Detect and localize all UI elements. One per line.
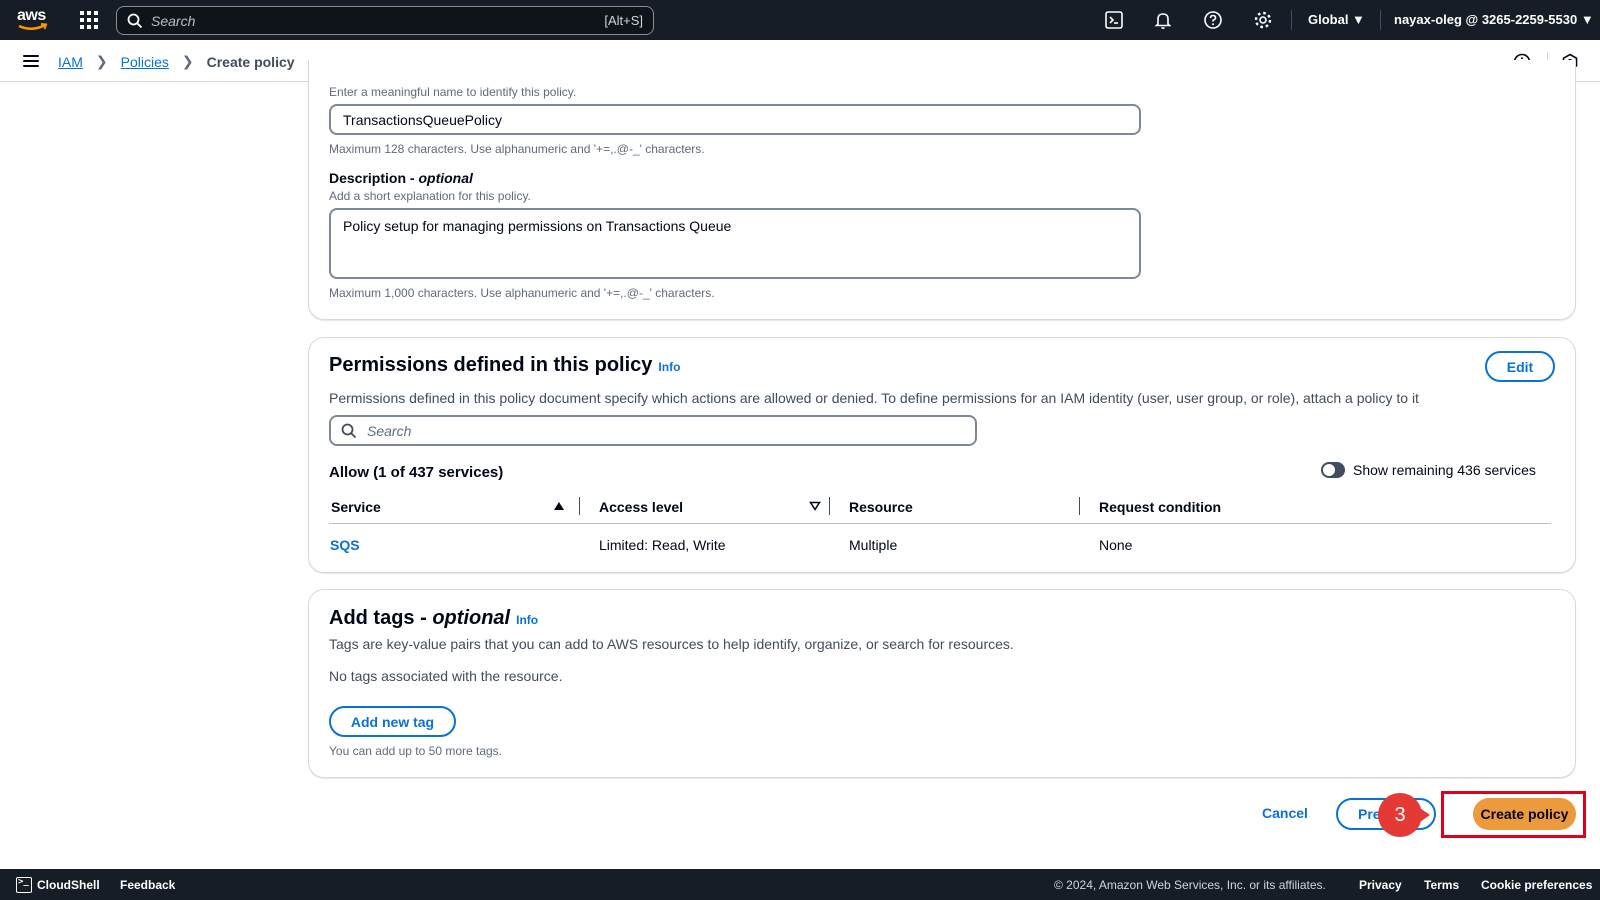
- nav-divider: [1291, 10, 1292, 30]
- search-icon: [341, 423, 357, 438]
- table-row: SQS Limited: Read, Write Multiple None: [329, 524, 1551, 566]
- column-divider[interactable]: [1079, 497, 1080, 515]
- column-divider[interactable]: [829, 497, 830, 515]
- permissions-search-input[interactable]: Search: [329, 415, 977, 446]
- annotation-step-badge: 3: [1378, 793, 1422, 837]
- privacy-link[interactable]: Privacy: [1359, 878, 1402, 892]
- breadcrumb-iam[interactable]: IAM: [58, 54, 83, 70]
- service-link-sqs[interactable]: SQS: [330, 537, 360, 553]
- breadcrumb: IAM ❯ Policies ❯ Create policy: [58, 53, 295, 70]
- table-header: Service Access level Resource Request co…: [329, 490, 1551, 524]
- cookie-preferences-link[interactable]: Cookie preferences: [1481, 878, 1592, 892]
- column-request-condition[interactable]: Request condition: [1099, 499, 1221, 515]
- aws-logo[interactable]: aws: [16, 7, 50, 33]
- toggle-switch[interactable]: [1321, 462, 1345, 478]
- permissions-panel: Permissions defined in this policy Info E…: [308, 337, 1576, 573]
- cloudshell-link[interactable]: CloudShell: [37, 878, 100, 892]
- settings-gear-icon[interactable]: [1253, 10, 1273, 30]
- edit-button[interactable]: Edit: [1485, 351, 1555, 382]
- policy-name-hint: Enter a meaningful name to identify this…: [329, 85, 577, 99]
- show-remaining-toggle[interactable]: Show remaining 436 services: [1321, 462, 1536, 478]
- column-resource[interactable]: Resource: [849, 499, 913, 515]
- copyright-text: © 2024, Amazon Web Services, Inc. or its…: [1054, 878, 1326, 892]
- description-label-text: Description: [329, 170, 407, 186]
- tags-info-link[interactable]: Info: [516, 613, 538, 627]
- description-optional: optional: [418, 170, 473, 186]
- sort-ascending-icon[interactable]: [553, 501, 565, 511]
- description-constraint: Maximum 1,000 characters. Use alphanumer…: [329, 286, 715, 300]
- search-shortcut: [Alt+S]: [604, 13, 643, 28]
- breadcrumb-policies[interactable]: Policies: [121, 54, 169, 70]
- feedback-link[interactable]: Feedback: [120, 878, 175, 892]
- tags-description: Tags are key-value pairs that you can ad…: [329, 636, 1014, 652]
- policy-details-panel: Enter a meaningful name to identify this…: [308, 60, 1576, 320]
- global-search-placeholder: Search: [151, 12, 196, 29]
- description-hint: Add a short explanation for this policy.: [329, 189, 531, 203]
- toggle-label: Show remaining 436 services: [1353, 462, 1536, 478]
- resource-cell: Multiple: [849, 537, 898, 553]
- nav-divider: [1380, 10, 1381, 30]
- policy-name-input[interactable]: TransactionsQueuePolicy: [329, 104, 1141, 135]
- condition-cell: None: [1099, 537, 1133, 553]
- terms-link[interactable]: Terms: [1424, 878, 1459, 892]
- permissions-info-link[interactable]: Info: [658, 360, 680, 374]
- column-service[interactable]: Service: [331, 499, 381, 515]
- tags-panel: Add tags - optional Info Tags are key-val…: [308, 589, 1576, 778]
- add-new-tag-button[interactable]: Add new tag: [329, 706, 456, 737]
- services-grid-icon[interactable]: [80, 11, 98, 29]
- permissions-table: Service Access level Resource Request co…: [329, 490, 1551, 566]
- breadcrumb-current: Create policy: [206, 53, 295, 70]
- tags-limit: You can add up to 50 more tags.: [329, 744, 503, 758]
- account-menu[interactable]: nayax-oleg @ 3265-2259-5530 ▼: [1394, 12, 1594, 27]
- search-icon: [127, 13, 143, 28]
- column-access-level[interactable]: Access level: [599, 499, 683, 515]
- notifications-bell-icon[interactable]: [1153, 10, 1173, 30]
- region-selector[interactable]: Global ▼: [1308, 12, 1365, 27]
- chevron-right-icon: ❯: [181, 53, 194, 69]
- tags-empty-message: No tags associated with the resource.: [329, 668, 563, 684]
- description-textarea[interactable]: Policy setup for managing permissions on…: [329, 208, 1141, 279]
- annotation-highlight-box: [1441, 791, 1586, 838]
- global-search-input[interactable]: Search [Alt+S]: [116, 6, 654, 35]
- permissions-title-text: Permissions defined in this policy: [329, 354, 653, 376]
- aws-smile-icon: [18, 23, 48, 30]
- allow-summary: Allow (1 of 437 services): [329, 464, 504, 481]
- permissions-search-placeholder: Search: [367, 422, 412, 439]
- tags-title: Add tags - optional Info: [329, 607, 539, 629]
- cloudshell-icon[interactable]: [1104, 10, 1124, 30]
- permissions-description: Permissions defined in this policy docum…: [329, 390, 1419, 406]
- permissions-title: Permissions defined in this policy Info: [329, 354, 680, 377]
- console-footer: CloudShell Feedback © 2024, Amazon Web S…: [0, 869, 1600, 900]
- tags-optional: optional: [432, 607, 511, 629]
- description-label: Description - optional: [329, 170, 473, 186]
- help-icon[interactable]: [1203, 10, 1223, 30]
- menu-icon[interactable]: [23, 55, 39, 67]
- sort-descending-icon[interactable]: [809, 501, 821, 511]
- top-navigation: aws Search [Alt+S] Global ▼ nayax-oleg @…: [0, 0, 1600, 40]
- access-level-cell: Limited: Read, Write: [599, 537, 726, 553]
- column-divider[interactable]: [579, 497, 580, 515]
- cloudshell-icon[interactable]: [16, 877, 32, 893]
- chevron-right-icon: ❯: [95, 53, 108, 69]
- policy-name-constraint: Maximum 128 characters. Use alphanumeric…: [329, 142, 705, 156]
- cancel-button[interactable]: Cancel: [1262, 805, 1308, 821]
- tags-title-text: Add tags: [329, 607, 415, 629]
